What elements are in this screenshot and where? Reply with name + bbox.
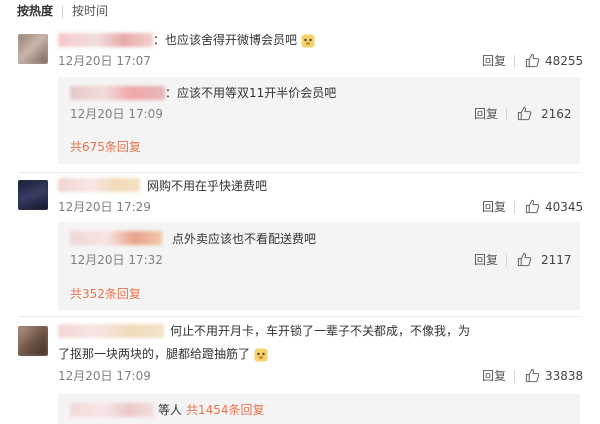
total-replies-link[interactable]: 共675条回复 <box>70 140 141 154</box>
comment-time: 12月20日 17:07 <box>58 54 151 68</box>
divider <box>18 172 582 173</box>
comment-text: ：也应该舍得开微博会员吧 <box>153 33 315 48</box>
action-separator <box>514 55 515 68</box>
reply-button[interactable]: 回复 <box>474 253 498 267</box>
reply-button[interactable]: 回复 <box>474 107 498 121</box>
action-separator <box>514 370 515 383</box>
reply-summary-prefix: 等人 <box>158 403 183 417</box>
reply-button[interactable]: 回复 <box>482 54 506 68</box>
action-separator <box>506 108 507 121</box>
comment-text: 何止不用开月卡，车开锁了一辈子不关都成，不像我，为了抠那一块两块的，腿都给蹬抽筋… <box>58 324 471 361</box>
reply-username[interactable] <box>70 86 165 100</box>
dog-face-emoji-icon <box>254 348 268 361</box>
thumbs-up-icon[interactable] <box>525 199 540 214</box>
thumbs-up-icon[interactable] <box>525 53 540 68</box>
action-separator <box>506 254 507 267</box>
like-count[interactable]: 2162 <box>541 107 572 121</box>
comment-text: 网购不用在乎快递费吧 <box>147 179 268 193</box>
reply-button[interactable]: 回复 <box>482 369 506 383</box>
total-replies-link[interactable]: 共352条回复 <box>70 287 141 301</box>
avatar[interactable] <box>18 326 48 356</box>
reply-button[interactable]: 回复 <box>482 200 506 214</box>
dog-face-emoji-icon <box>301 34 315 47</box>
action-separator <box>514 201 515 214</box>
username[interactable] <box>58 33 153 47</box>
divider <box>18 316 582 317</box>
avatar[interactable] <box>18 180 48 210</box>
like-count[interactable]: 40345 <box>545 200 583 214</box>
like-count[interactable]: 33838 <box>545 369 583 383</box>
like-count[interactable]: 48255 <box>545 54 583 68</box>
reply-username[interactable] <box>70 231 162 245</box>
comment-time: 12月20日 17:29 <box>58 200 151 214</box>
thumbs-up-icon[interactable] <box>517 106 532 121</box>
thumbs-up-icon[interactable] <box>525 368 540 383</box>
sort-by-time-tab[interactable]: 按时间 <box>72 4 108 18</box>
sort-by-hot-tab[interactable]: 按热度 <box>17 4 53 18</box>
thumbs-up-icon[interactable] <box>517 252 532 267</box>
comment-time: 12月20日 17:09 <box>58 369 151 383</box>
like-count[interactable]: 2117 <box>541 253 572 267</box>
username[interactable] <box>58 178 140 192</box>
reply-time: 12月20日 17:32 <box>70 253 163 267</box>
avatar[interactable] <box>18 34 48 64</box>
sort-separator <box>62 6 63 18</box>
total-replies-link[interactable]: 共1454条回复 <box>186 403 265 417</box>
reply-text: ：应该不用等双11开半价会员吧 <box>165 86 337 100</box>
reply-time: 12月20日 17:09 <box>70 107 163 121</box>
reply-text: 点外卖应该也不看配送费吧 <box>172 232 317 246</box>
reply-usernames[interactable] <box>70 403 154 417</box>
